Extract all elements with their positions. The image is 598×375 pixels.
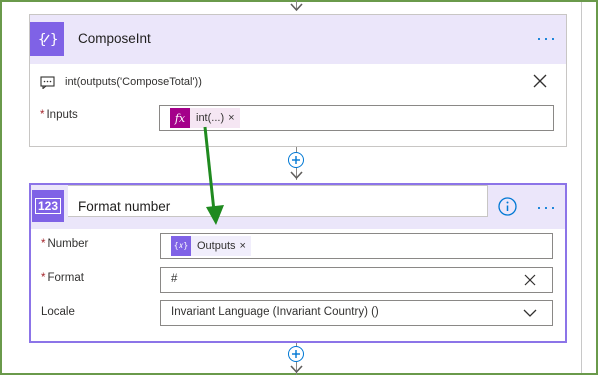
- plus-icon: [292, 350, 300, 358]
- number-field[interactable]: {𝑥} Outputs ×: [160, 233, 553, 259]
- more-options-button[interactable]: ···: [536, 29, 557, 47]
- locale-dropdown[interactable]: Invariant Language (Invariant Country) (…: [160, 300, 553, 326]
- token-remove-button[interactable]: ×: [240, 240, 251, 252]
- comment-icon: [40, 76, 55, 89]
- fx-icon: fx: [170, 108, 190, 128]
- token-remove-button[interactable]: ×: [228, 112, 239, 124]
- number-label: * Number: [41, 238, 89, 250]
- format-card-header[interactable]: 123 Format number ···: [31, 185, 565, 229]
- chevron-down-icon: [290, 365, 303, 374]
- token-label: Outputs: [197, 240, 236, 252]
- token-label: int(...): [196, 112, 225, 124]
- info-icon[interactable]: [498, 197, 517, 216]
- number-icon: 123: [32, 190, 64, 222]
- svg-text:}: }: [50, 32, 57, 48]
- comment-text: int(outputs('ComposeTotal')): [65, 76, 202, 88]
- locale-label: Locale: [41, 306, 75, 318]
- more-options-button[interactable]: ···: [536, 198, 557, 216]
- inputs-label: * Inputs: [40, 109, 78, 121]
- close-icon[interactable]: [533, 74, 547, 88]
- format-number-card[interactable]: 123 Format number ··· * Number {𝑥} Output…: [29, 183, 567, 343]
- compose-card-header[interactable]: { } ComposeInt ···: [30, 15, 566, 64]
- outputs-token[interactable]: {𝑥} Outputs ×: [171, 236, 251, 256]
- insert-step-button[interactable]: [288, 152, 304, 168]
- compose-icon: {𝑥}: [171, 236, 191, 256]
- format-value: #: [171, 273, 178, 285]
- chevron-down-icon: [290, 171, 303, 180]
- format-label: * Format: [41, 272, 84, 284]
- plus-icon: [292, 156, 300, 164]
- required-mark: *: [40, 109, 45, 121]
- compose-icon: { }: [30, 22, 64, 56]
- clear-icon[interactable]: [524, 274, 536, 286]
- format-input[interactable]: #: [160, 267, 553, 293]
- chevron-down-icon: [290, 3, 303, 12]
- scrollbar[interactable]: [581, 2, 582, 373]
- chevron-down-icon[interactable]: [523, 309, 537, 318]
- format-card-title[interactable]: Format number: [78, 199, 170, 214]
- insert-step-button[interactable]: [288, 346, 304, 362]
- annotation-arrow: [203, 126, 224, 225]
- compose-card-title: ComposeInt: [78, 31, 151, 46]
- locale-value: Invariant Language (Invariant Country) (…: [171, 306, 379, 318]
- compose-action-card[interactable]: { } ComposeInt ··· int(outputs('ComposeT…: [29, 14, 567, 147]
